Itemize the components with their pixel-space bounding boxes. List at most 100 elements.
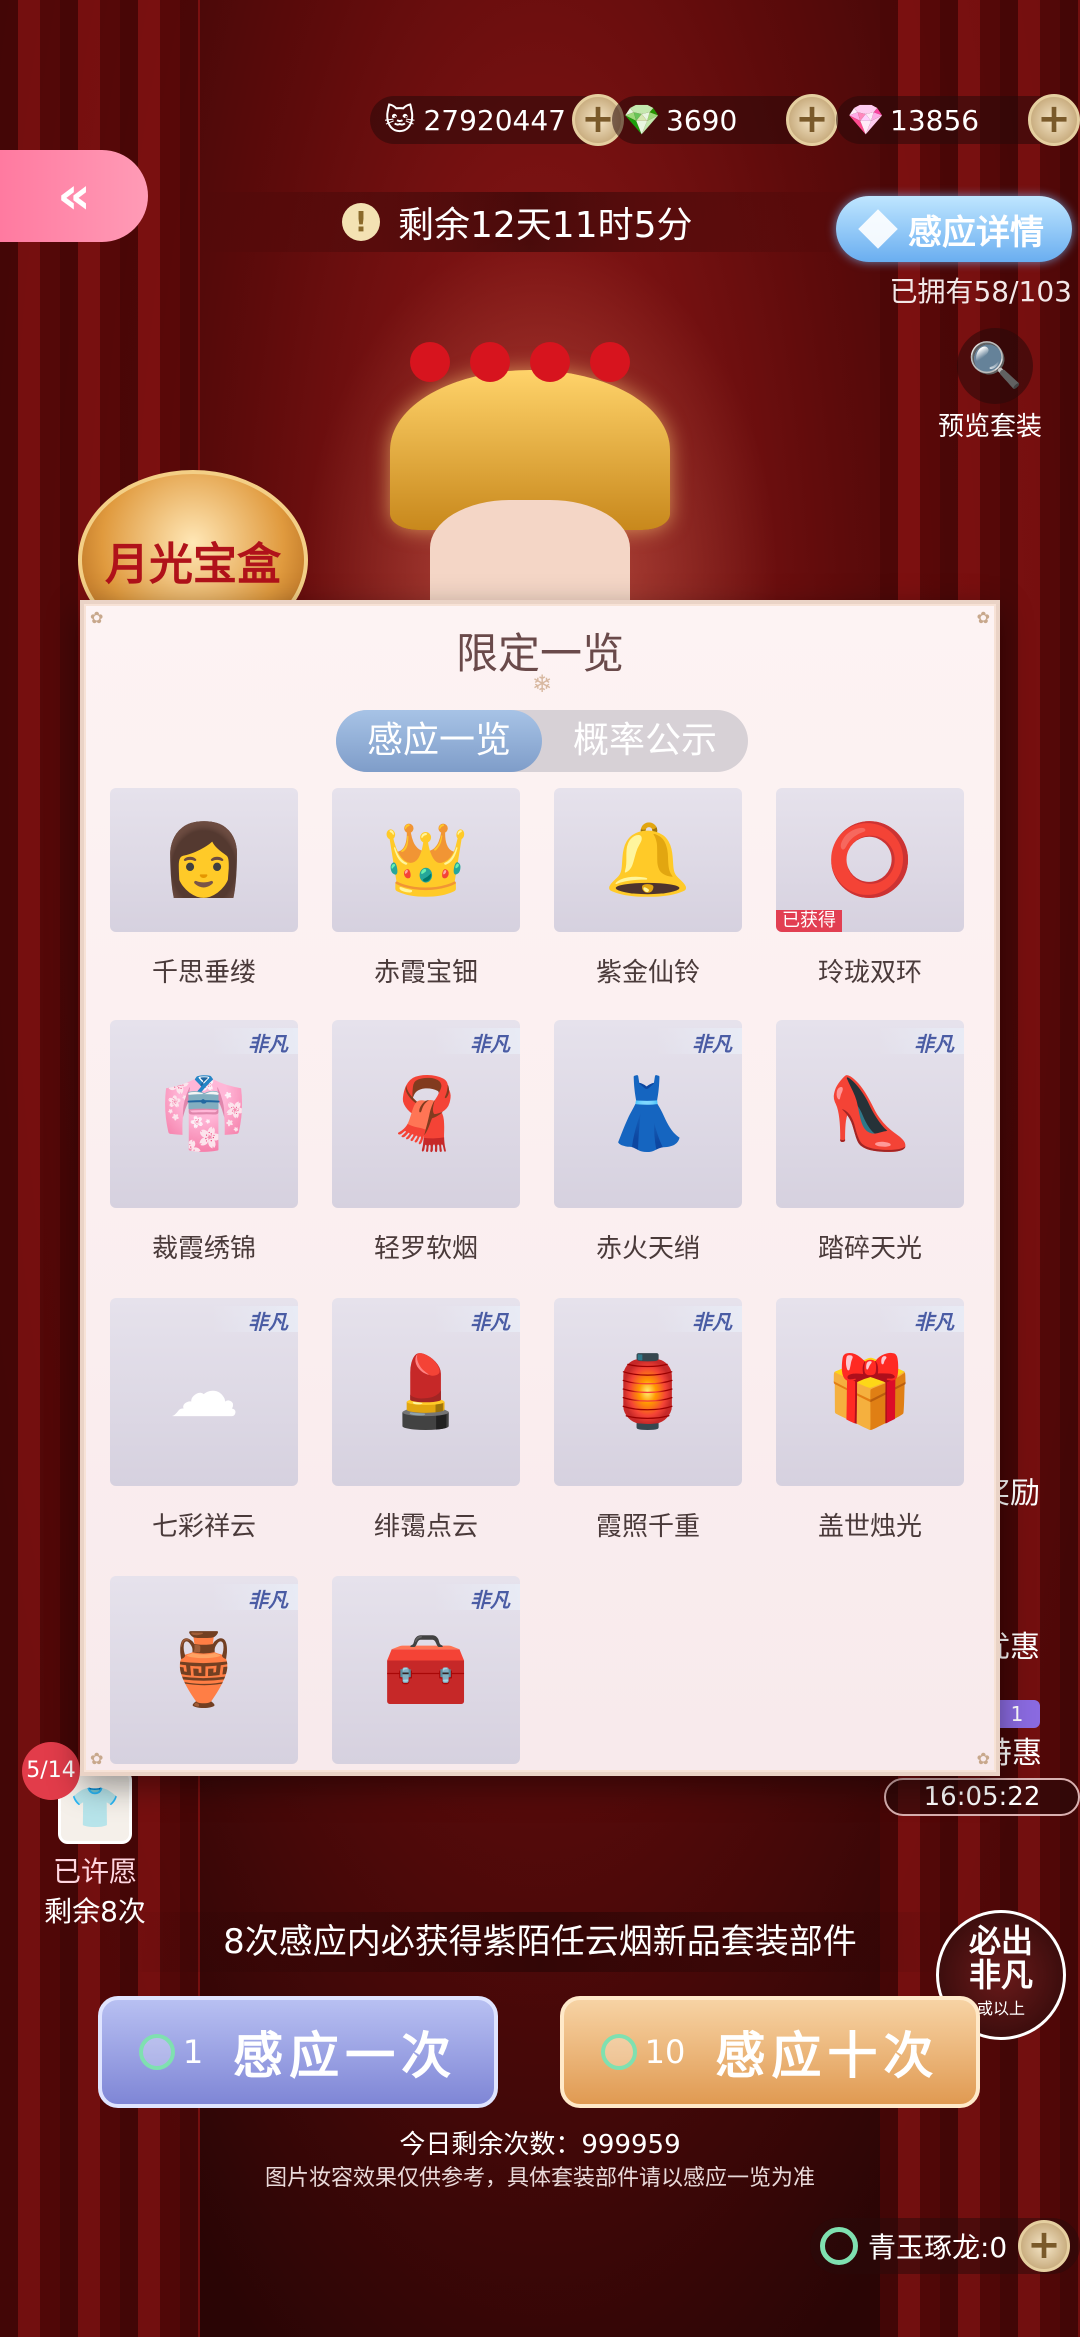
item-art-icon: 👘 [160, 1072, 248, 1155]
item-card[interactable]: 👠 非凡踏碎天光 [776, 1020, 964, 1265]
gold-coin-icon: 🐱 [384, 102, 416, 138]
guarantee-line2: 非凡 [968, 1956, 1033, 1994]
item-card[interactable]: 👗 非凡 赤火天绡 [554, 1020, 742, 1265]
item-card[interactable]: 🏺 非凡 [110, 1576, 298, 1764]
item-name: 裁霞绣锦 [151, 1234, 256, 1264]
item-name: 绯霭点云 [373, 1512, 478, 1542]
item-thumbnail: 🏺 非凡 [110, 1576, 298, 1764]
item-thumbnail: 🏮 非凡 [554, 1298, 742, 1486]
item-card[interactable]: 🎁 非凡盖世烛光 [776, 1298, 964, 1543]
rare-ribbon: 非凡 [434, 1584, 520, 1612]
item-art-icon: 👩 [160, 818, 248, 901]
pink-gem-value: 13856 [890, 103, 980, 137]
item-name: 紫金仙铃 [595, 958, 700, 988]
preview-outfit-button[interactable]: 🔍 预览套装 [938, 328, 1050, 442]
item-thumbnail: 👑 [332, 788, 520, 932]
tab-probability[interactable]: 概率公示 [542, 710, 748, 772]
rare-ribbon: 非凡 [656, 1306, 742, 1334]
guarantee-line1: 必出 [968, 1922, 1033, 1960]
item-name: 盖世烛光 [817, 1512, 922, 1542]
item-thumbnail: 👘 非凡 [110, 1020, 298, 1208]
corner-flower-icon: ✿ [90, 1749, 104, 1768]
event-timer: ! 剩余12天11时5分 [200, 192, 860, 252]
promo-banner: 8次感应内必获得紫陌任云烟新品套装部件 [120, 1912, 960, 1972]
diamond-shape-icon [858, 209, 898, 249]
item-art-icon: 🧰 [382, 1628, 470, 1711]
draw-once-cost-value: 1 [182, 2033, 204, 2071]
draw-ten-button[interactable]: 10 感应十次 [560, 1996, 980, 2108]
alert-icon: ! [342, 203, 380, 241]
rare-ribbon: 非凡 [212, 1306, 298, 1334]
item-art-icon: ⭕ [826, 818, 914, 901]
item-art-icon: 💄 [382, 1350, 470, 1433]
item-card[interactable]: 🧰 非凡 [332, 1576, 520, 1764]
item-thumbnail: ☁ 非凡 [110, 1298, 298, 1486]
item-card[interactable]: 🔔 紫金仙铃 [554, 788, 742, 989]
wish-count-badge: 5/14 [22, 1742, 80, 1800]
item-art-icon: 🧣 [382, 1072, 470, 1155]
add-jade-dragon-button[interactable]: + [1018, 2220, 1070, 2272]
detail-button[interactable]: 感应详情 [836, 196, 1072, 262]
item-card[interactable]: ☁ 非凡七彩祥云 [110, 1298, 298, 1543]
currency-gold: 🐱 27920447 + [370, 94, 624, 146]
item-name: 千思垂缕 [151, 958, 256, 988]
jade-icon [600, 2034, 637, 2070]
item-art-icon: 👠 [826, 1072, 914, 1155]
draw-once-button[interactable]: 1 感应一次 [98, 1996, 498, 2108]
item-art-icon: 🎁 [826, 1350, 914, 1433]
item-name: 赤霞宝钿 [373, 958, 478, 988]
item-thumbnail: 🧣 非凡 [332, 1020, 520, 1208]
rare-ribbon: 非凡 [878, 1306, 964, 1334]
item-name: 踏碎天光 [817, 1234, 922, 1264]
panel-tabs: 感应一览 概率公示 [336, 710, 748, 772]
item-card[interactable]: ⭕ 已获得玲珑双环 [776, 788, 964, 989]
item-name: 轻罗软烟 [373, 1234, 478, 1264]
snowflake-icon: ❄ [532, 670, 553, 698]
magnifier-icon: 🔍 [957, 328, 1033, 404]
double-chevron-left-icon: « [57, 166, 91, 226]
item-card[interactable]: 👩 千思垂缕 [110, 788, 298, 989]
draw-ten-cost-value: 10 [644, 2033, 686, 2071]
wish-status: 已许愿 [52, 1855, 137, 1888]
remaining-draws: 今日剩余次数：999959 [399, 2130, 681, 2160]
moonlight-box-label: 月光宝盒 [105, 539, 281, 590]
item-card[interactable]: 👑 赤霞宝钿 [332, 788, 520, 989]
item-thumbnail: 🎁 非凡 [776, 1298, 964, 1486]
currency-diamond: 💎 3690 + [612, 94, 838, 146]
add-pink-gem-button[interactable]: + [1028, 94, 1080, 146]
item-card[interactable]: 💄 非凡绯霭点云 [332, 1298, 520, 1543]
item-thumbnail: 💄 非凡 [332, 1298, 520, 1486]
corner-flower-icon: ✿ [976, 1749, 990, 1768]
item-art-icon: 🏮 [604, 1350, 692, 1433]
rare-ribbon: 非凡 [656, 1028, 742, 1056]
item-name: 霞照千重 [595, 1512, 700, 1542]
item-thumbnail: 🔔 [554, 788, 742, 932]
item-card[interactable]: 👘 非凡裁霞绣锦 [110, 1020, 298, 1265]
rare-ribbon: 非凡 [878, 1028, 964, 1056]
pink-gem-icon: 💎 [847, 102, 885, 138]
diamond-value: 3690 [666, 103, 738, 137]
jade-icon [138, 2034, 175, 2070]
item-thumbnail: 👩 [110, 788, 298, 932]
draw-once-label: 感应一次 [233, 2026, 458, 2085]
item-card[interactable]: 🏮 非凡霞照千重 [554, 1298, 742, 1543]
detail-button-label: 感应详情 [908, 212, 1044, 253]
item-name: 七彩祥云 [151, 1512, 256, 1542]
item-name: 玲珑双环 [817, 958, 922, 988]
item-art-icon: 🔔 [604, 818, 692, 901]
item-thumbnail: 🧰 非凡 [332, 1576, 520, 1764]
add-diamond-button[interactable]: + [786, 94, 838, 146]
guarantee-line3: 或以上 [976, 1999, 1025, 2018]
tab-induction-list[interactable]: 感应一览 [336, 710, 542, 772]
rare-ribbon: 非凡 [434, 1028, 520, 1056]
draw-ten-label: 感应十次 [715, 2026, 940, 2085]
diamond-icon: 💎 [623, 102, 661, 138]
back-button[interactable]: « [0, 150, 148, 242]
item-art-icon: ☁ [169, 1351, 239, 1433]
item-card[interactable]: 🧣 非凡轻罗软烟 [332, 1020, 520, 1265]
currency-pink-gem: 💎 13856 + [836, 94, 1080, 146]
jade-dragon-counter: 青玉琢龙:0 + [810, 2218, 1080, 2274]
item-thumbnail: 👠 非凡 [776, 1020, 964, 1208]
owned-badge: 已获得 [776, 910, 842, 932]
jade-dragon-label: 青玉琢龙:0 [868, 2231, 1008, 2264]
